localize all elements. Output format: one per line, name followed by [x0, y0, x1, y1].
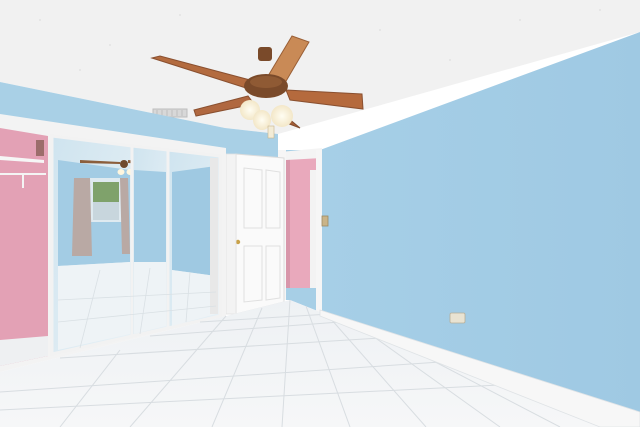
room-illustration	[0, 0, 640, 427]
door-frame	[225, 153, 237, 315]
closet-interior	[0, 128, 48, 366]
door-knob	[235, 239, 241, 245]
fan-mount	[258, 47, 272, 61]
fan-light-bulb	[271, 105, 293, 127]
bedroom-door	[225, 153, 285, 315]
wall-outlet	[449, 312, 466, 324]
pull-chain	[267, 125, 275, 139]
room-photo	[0, 0, 640, 427]
hallway-opening	[278, 148, 322, 312]
light-switch	[321, 215, 329, 227]
